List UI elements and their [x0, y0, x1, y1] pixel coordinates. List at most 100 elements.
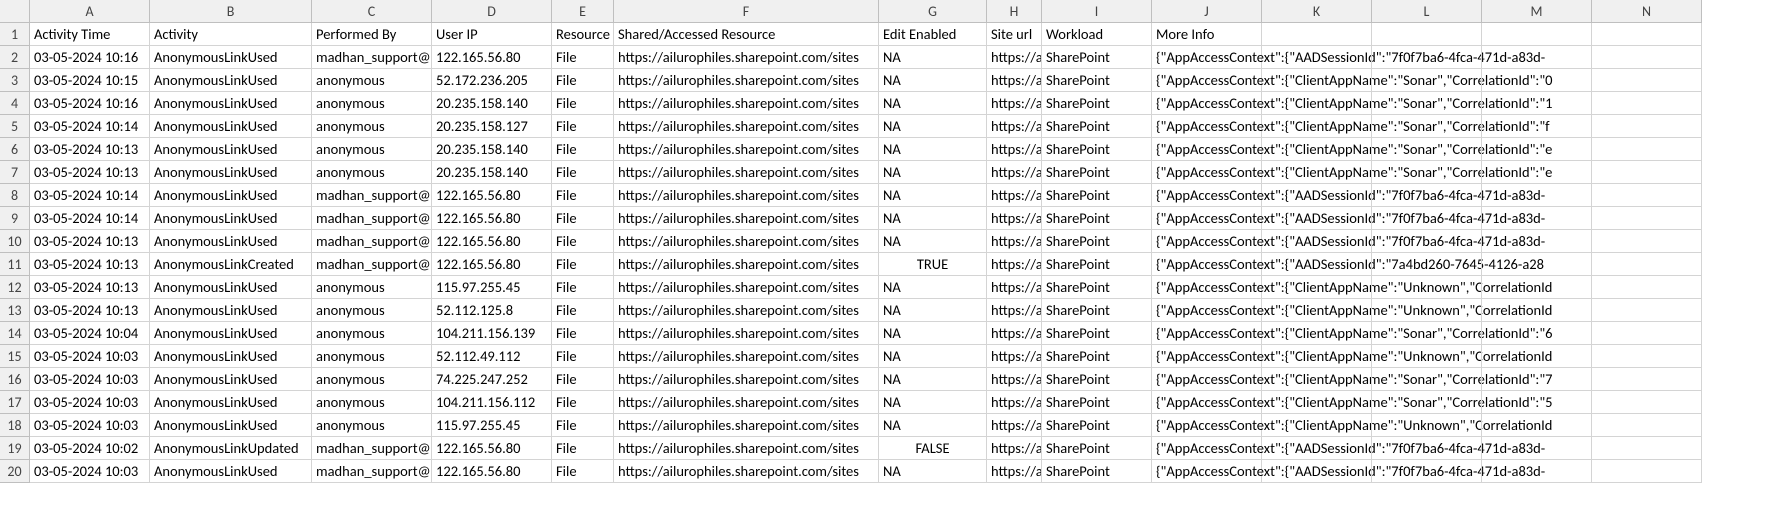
cell-L13[interactable] [1372, 299, 1482, 322]
cell-C2[interactable]: madhan_support@ [312, 46, 432, 69]
cell-A8[interactable]: 03-05-2024 10:14 [30, 184, 150, 207]
cell-C15[interactable]: anonymous [312, 345, 432, 368]
cell-G9[interactable]: NA [879, 207, 987, 230]
cell-K20[interactable] [1262, 460, 1372, 483]
row-header-10[interactable]: 10 [0, 230, 30, 253]
cell-H5[interactable]: https://ai [987, 115, 1042, 138]
cell-G17[interactable]: NA [879, 391, 987, 414]
row-header-12[interactable]: 12 [0, 276, 30, 299]
cell-E9[interactable]: File [552, 207, 614, 230]
cell-M11[interactable] [1482, 253, 1592, 276]
cell-K3[interactable] [1262, 69, 1372, 92]
cell-D4[interactable]: 20.235.158.140 [432, 92, 552, 115]
cell-D18[interactable]: 115.97.255.45 [432, 414, 552, 437]
cell-D19[interactable]: 122.165.56.80 [432, 437, 552, 460]
cell-E5[interactable]: File [552, 115, 614, 138]
cell-N10[interactable] [1592, 230, 1702, 253]
cell-L8[interactable] [1372, 184, 1482, 207]
cell-M9[interactable] [1482, 207, 1592, 230]
cell-H4[interactable]: https://ai [987, 92, 1042, 115]
row-header-11[interactable]: 11 [0, 253, 30, 276]
cell-J14[interactable]: {"AppAccessContext":{"ClientAppName":"So… [1152, 322, 1262, 345]
cell-C18[interactable]: anonymous [312, 414, 432, 437]
cell-K8[interactable] [1262, 184, 1372, 207]
cell-D5[interactable]: 20.235.158.127 [432, 115, 552, 138]
cell-A17[interactable]: 03-05-2024 10:03 [30, 391, 150, 414]
cell-N3[interactable] [1592, 69, 1702, 92]
cell-M18[interactable] [1482, 414, 1592, 437]
cell-K11[interactable] [1262, 253, 1372, 276]
cell-N12[interactable] [1592, 276, 1702, 299]
cell-K18[interactable] [1262, 414, 1372, 437]
cell-J3[interactable]: {"AppAccessContext":{"ClientAppName":"So… [1152, 69, 1262, 92]
cell-L12[interactable] [1372, 276, 1482, 299]
cell-C7[interactable]: anonymous [312, 161, 432, 184]
cell-N19[interactable] [1592, 437, 1702, 460]
cell-L2[interactable] [1372, 46, 1482, 69]
cell-K14[interactable] [1262, 322, 1372, 345]
column-header-L[interactable]: L [1372, 0, 1482, 23]
cell-N9[interactable] [1592, 207, 1702, 230]
cell-A3[interactable]: 03-05-2024 10:15 [30, 69, 150, 92]
cell-B9[interactable]: AnonymousLinkUsed [150, 207, 312, 230]
cell-M7[interactable] [1482, 161, 1592, 184]
column-header-N[interactable]: N [1592, 0, 1702, 23]
header-cell-M[interactable] [1482, 23, 1592, 46]
cell-J4[interactable]: {"AppAccessContext":{"ClientAppName":"So… [1152, 92, 1262, 115]
column-header-M[interactable]: M [1482, 0, 1592, 23]
cell-D11[interactable]: 122.165.56.80 [432, 253, 552, 276]
cell-H8[interactable]: https://ai [987, 184, 1042, 207]
header-cell-N[interactable] [1592, 23, 1702, 46]
cell-K2[interactable] [1262, 46, 1372, 69]
cell-E2[interactable]: File [552, 46, 614, 69]
cell-J5[interactable]: {"AppAccessContext":{"ClientAppName":"So… [1152, 115, 1262, 138]
cell-K19[interactable] [1262, 437, 1372, 460]
cell-F17[interactable]: https://ailurophiles.sharepoint.com/site… [614, 391, 879, 414]
cell-M6[interactable] [1482, 138, 1592, 161]
cell-M17[interactable] [1482, 391, 1592, 414]
cell-K15[interactable] [1262, 345, 1372, 368]
row-header-2[interactable]: 2 [0, 46, 30, 69]
cell-K10[interactable] [1262, 230, 1372, 253]
cell-N16[interactable] [1592, 368, 1702, 391]
cell-D9[interactable]: 122.165.56.80 [432, 207, 552, 230]
cell-J16[interactable]: {"AppAccessContext":{"ClientAppName":"So… [1152, 368, 1262, 391]
cell-J8[interactable]: {"AppAccessContext":{"AADSessionId":"7f0… [1152, 184, 1262, 207]
cell-B17[interactable]: AnonymousLinkUsed [150, 391, 312, 414]
cell-F7[interactable]: https://ailurophiles.sharepoint.com/site… [614, 161, 879, 184]
cell-L11[interactable] [1372, 253, 1482, 276]
cell-M15[interactable] [1482, 345, 1592, 368]
cell-C10[interactable]: madhan_support@ [312, 230, 432, 253]
header-cell-A[interactable]: Activity Time [30, 23, 150, 46]
cell-F14[interactable]: https://ailurophiles.sharepoint.com/site… [614, 322, 879, 345]
cell-J20[interactable]: {"AppAccessContext":{"AADSessionId":"7f0… [1152, 460, 1262, 483]
cell-J10[interactable]: {"AppAccessContext":{"AADSessionId":"7f0… [1152, 230, 1262, 253]
cell-D13[interactable]: 52.112.125.8 [432, 299, 552, 322]
cell-H16[interactable]: https://ai [987, 368, 1042, 391]
cell-C12[interactable]: anonymous [312, 276, 432, 299]
cell-I5[interactable]: SharePoint [1042, 115, 1152, 138]
cell-C4[interactable]: anonymous [312, 92, 432, 115]
cell-N14[interactable] [1592, 322, 1702, 345]
cell-G3[interactable]: NA [879, 69, 987, 92]
cell-D2[interactable]: 122.165.56.80 [432, 46, 552, 69]
cell-D6[interactable]: 20.235.158.140 [432, 138, 552, 161]
cell-F2[interactable]: https://ailurophiles.sharepoint.com/site… [614, 46, 879, 69]
header-cell-D[interactable]: User IP [432, 23, 552, 46]
cell-J19[interactable]: {"AppAccessContext":{"AADSessionId":"7f0… [1152, 437, 1262, 460]
column-header-G[interactable]: G [879, 0, 987, 23]
cell-I12[interactable]: SharePoint [1042, 276, 1152, 299]
cell-E4[interactable]: File [552, 92, 614, 115]
cell-F9[interactable]: https://ailurophiles.sharepoint.com/site… [614, 207, 879, 230]
cell-E18[interactable]: File [552, 414, 614, 437]
cell-H14[interactable]: https://ai [987, 322, 1042, 345]
cell-N17[interactable] [1592, 391, 1702, 414]
cell-I16[interactable]: SharePoint [1042, 368, 1152, 391]
cell-I14[interactable]: SharePoint [1042, 322, 1152, 345]
cell-A7[interactable]: 03-05-2024 10:13 [30, 161, 150, 184]
cell-I9[interactable]: SharePoint [1042, 207, 1152, 230]
header-cell-C[interactable]: Performed By [312, 23, 432, 46]
cell-B4[interactable]: AnonymousLinkUsed [150, 92, 312, 115]
cell-J17[interactable]: {"AppAccessContext":{"ClientAppName":"So… [1152, 391, 1262, 414]
cell-M20[interactable] [1482, 460, 1592, 483]
